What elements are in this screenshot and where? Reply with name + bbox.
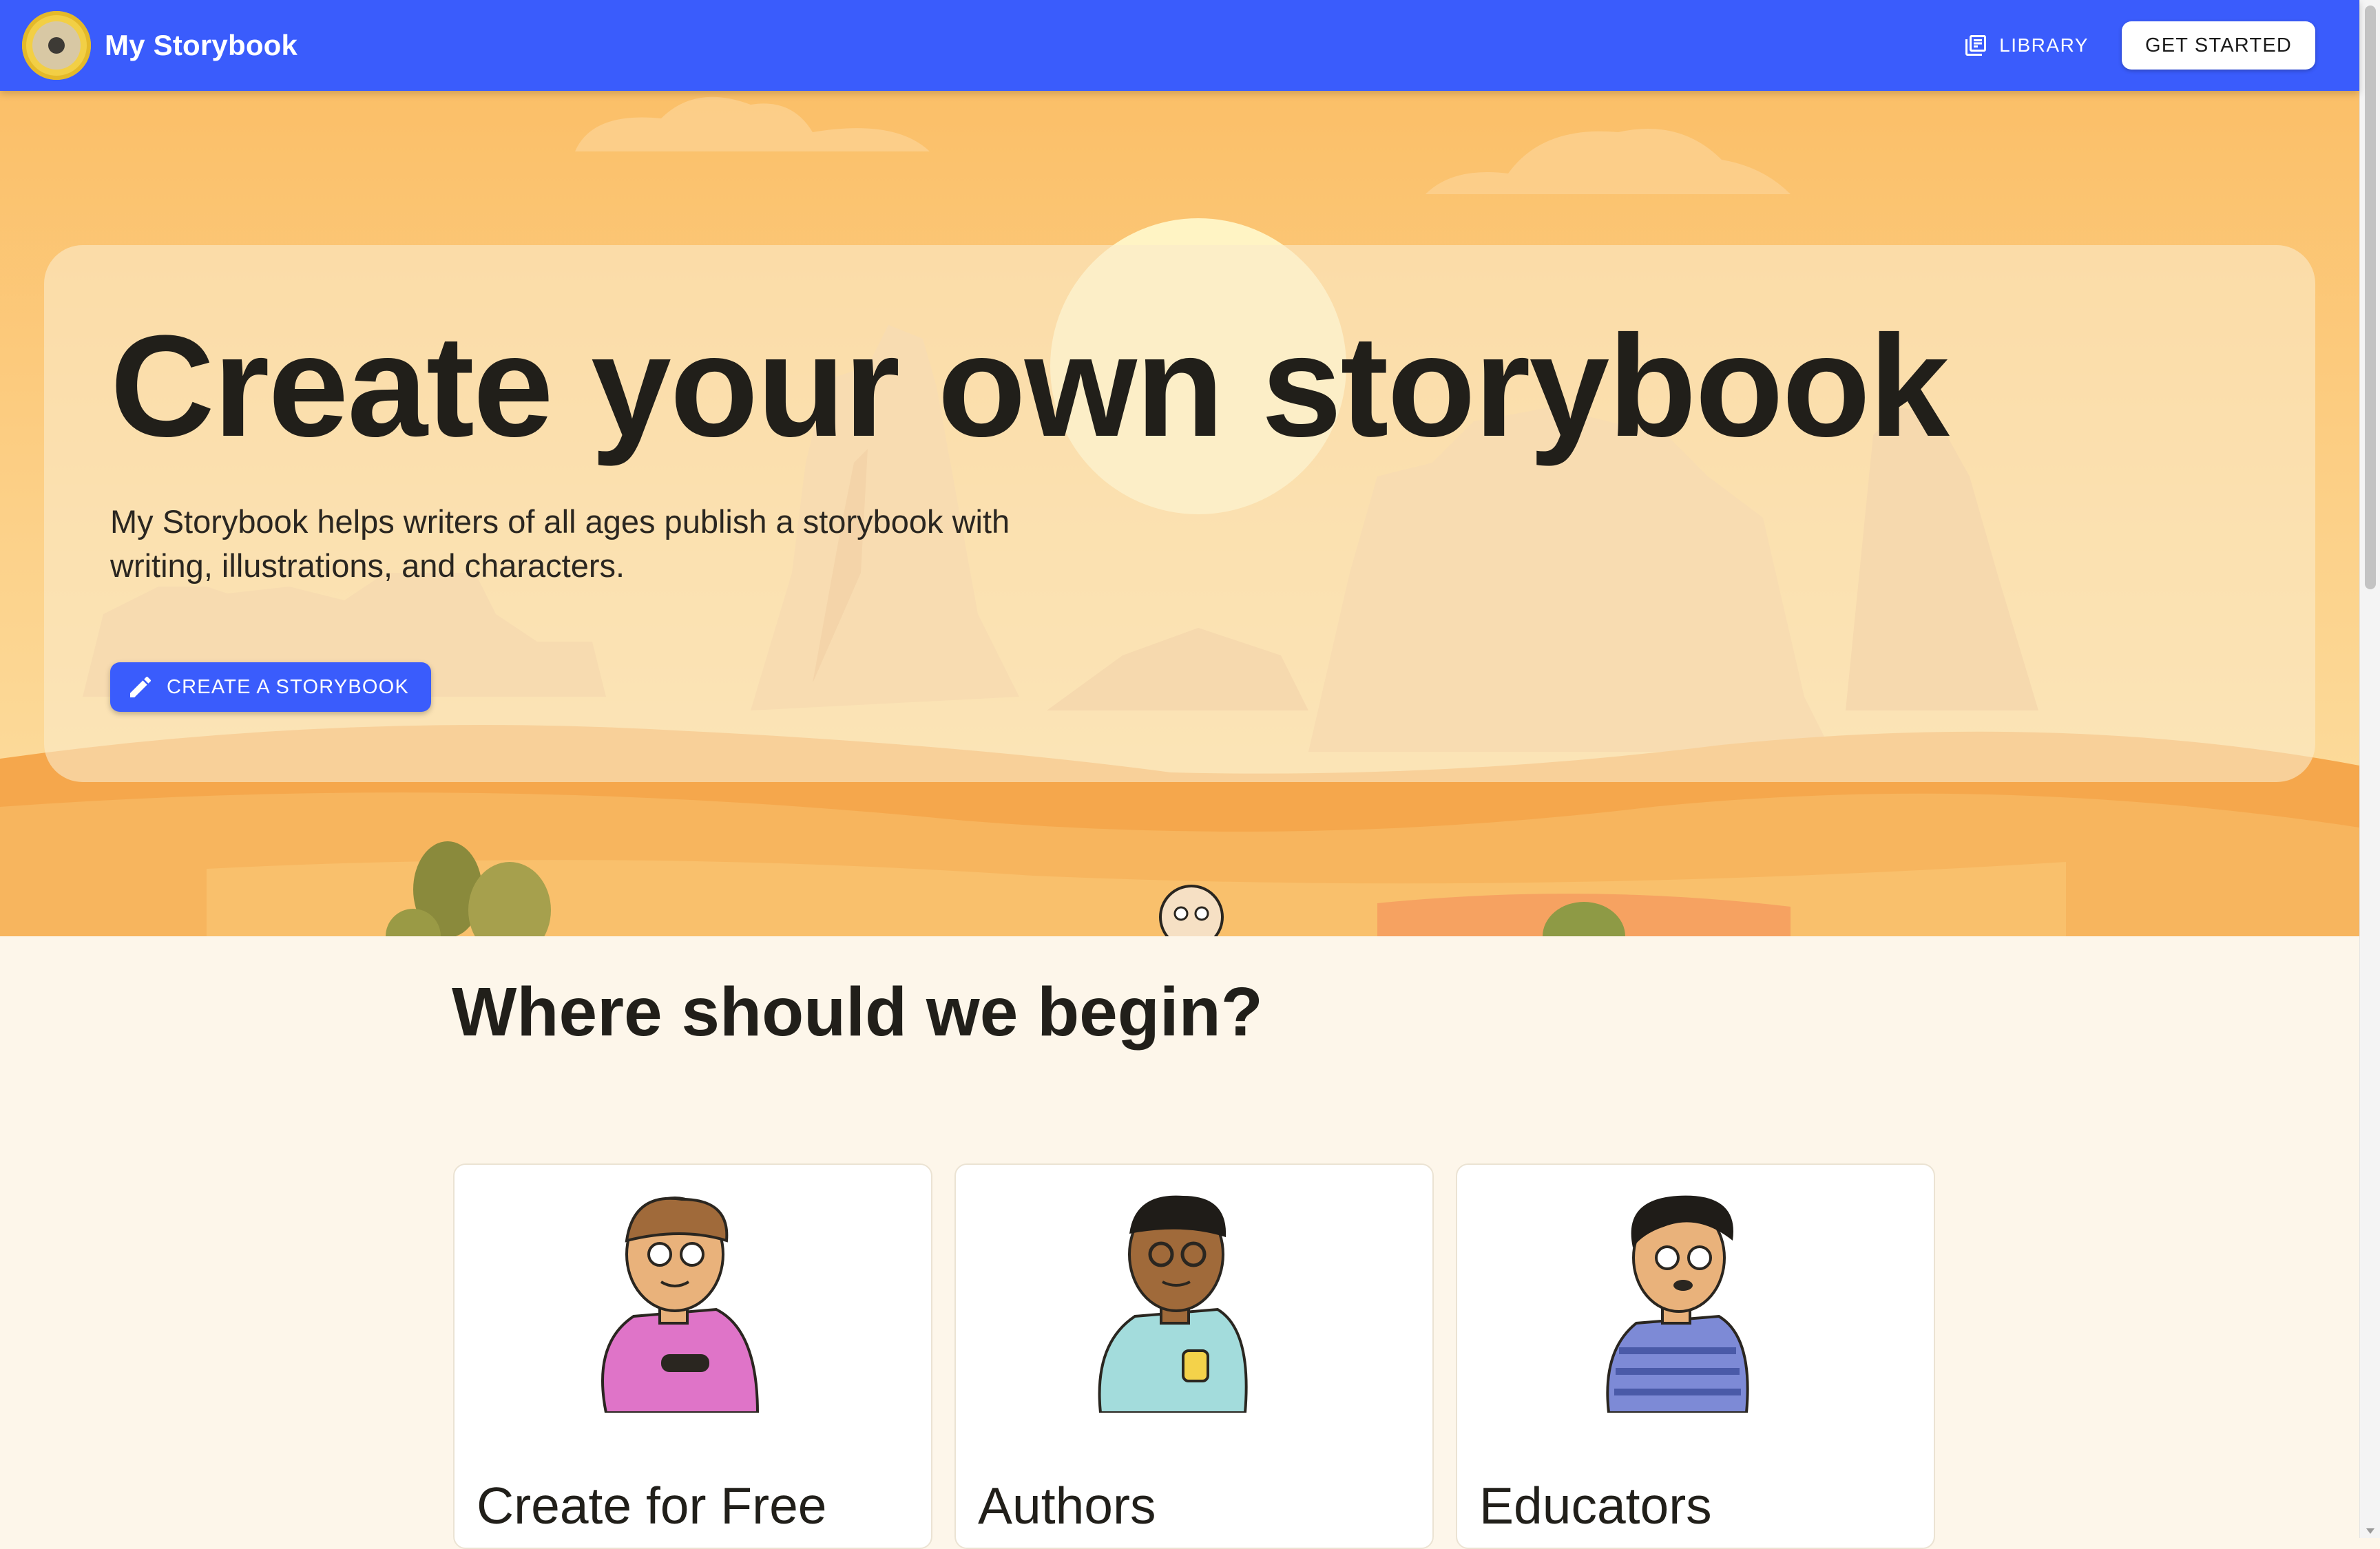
card-title: Authors xyxy=(978,1477,1156,1535)
library-label: LIBRARY xyxy=(1999,34,2089,56)
person-pointing-illustration xyxy=(1606,1195,1749,1413)
hero-section: Create your own storybook My Storybook h… xyxy=(0,91,2359,936)
hero-card: Create your own storybook My Storybook h… xyxy=(44,245,2315,782)
storybook-logo-icon[interactable] xyxy=(22,11,91,80)
hero-title: Create your own storybook xyxy=(110,305,1950,467)
card-title: Create for Free xyxy=(477,1477,827,1535)
get-started-button[interactable]: GET STARTED xyxy=(2121,21,2315,70)
card-authors[interactable]: Authors xyxy=(954,1163,1434,1549)
card-create-for-free[interactable]: Create for Free xyxy=(453,1163,932,1549)
library-nav-link[interactable]: LIBRARY xyxy=(1963,33,2089,58)
library-books-icon xyxy=(1965,35,1987,56)
card-title: Educators xyxy=(1479,1477,1712,1535)
page-scrollbar[interactable] xyxy=(2359,0,2380,1538)
logo-inner xyxy=(32,21,81,70)
scrollbar-thumb[interactable] xyxy=(2365,6,2376,589)
app-bar: My Storybook LIBRARY GET STARTED xyxy=(0,0,2359,91)
create-storybook-label: CREATE A STORYBOOK xyxy=(167,675,409,698)
create-storybook-button[interactable]: CREATE A STORYBOOK xyxy=(110,662,431,712)
pencil-icon xyxy=(130,676,152,697)
person-with-game-controller-illustration xyxy=(601,1197,760,1413)
logo-dot xyxy=(48,37,65,54)
scroll-down-arrow-icon[interactable] xyxy=(2366,1528,2374,1534)
brand-name[interactable]: My Storybook xyxy=(105,29,298,62)
person-with-mug-illustration xyxy=(1098,1195,1248,1413)
hero-subtitle: My Storybook helps writers of all ages p… xyxy=(110,503,1010,584)
section-title: Where should we begin? xyxy=(452,973,1263,1051)
card-educators[interactable]: Educators xyxy=(1456,1163,1935,1549)
